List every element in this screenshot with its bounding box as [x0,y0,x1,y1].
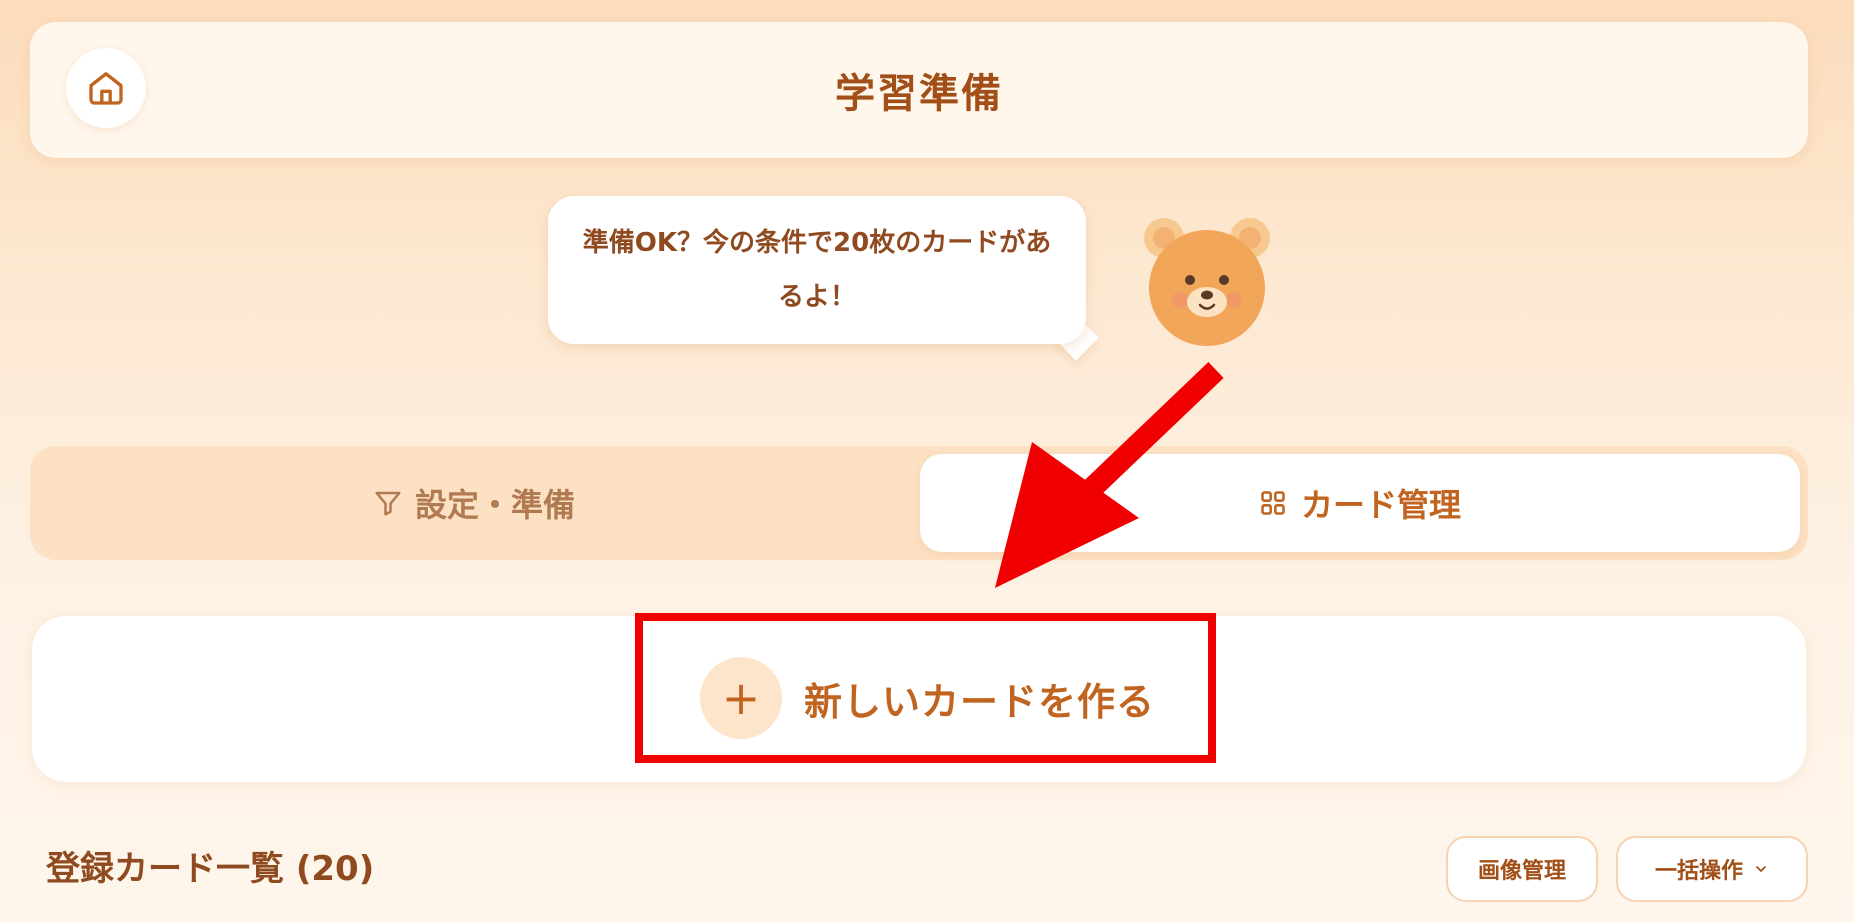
plus-icon: + [700,657,782,739]
card-list-title: 登録カード一覧 (20) [46,848,375,889]
chevron-down-icon [1756,866,1766,872]
tab-card-management-label: カード管理 [1300,486,1461,524]
tab-settings[interactable]: 設定・準備 [30,446,918,560]
page-title: 学習準備 [835,71,1003,117]
tab-card-management[interactable]: カード管理 [920,454,1800,552]
create-card-label: 新しいカードを作る [804,679,1156,724]
plus-glyph: + [721,671,761,725]
tab-settings-label: 設定・準備 [414,486,575,524]
image-management-button[interactable]: 画像管理 [1446,836,1598,902]
mascot-message: 準備OK？今の条件で20枚のカードがあるよ！ [582,228,1052,312]
image-management-label: 画像管理 [1477,859,1566,884]
bulk-action-label: 一括操作 [1654,859,1743,884]
bear-icon [1144,218,1270,346]
bulk-action-dropdown[interactable]: 一括操作 [1616,836,1808,902]
create-card-panel: + 新しいカードを作る [32,616,1806,782]
grid-icon [1261,491,1285,515]
app-header: 学習準備 [30,22,1808,158]
mascot-speech-bubble: 準備OK？今の条件で20枚のカードがあるよ！ [548,196,1086,344]
tab-bar: 設定・準備 カード管理 [30,446,1808,560]
filter-icon [375,491,401,516]
create-card-button[interactable]: + 新しいカードを作る [700,654,1180,742]
